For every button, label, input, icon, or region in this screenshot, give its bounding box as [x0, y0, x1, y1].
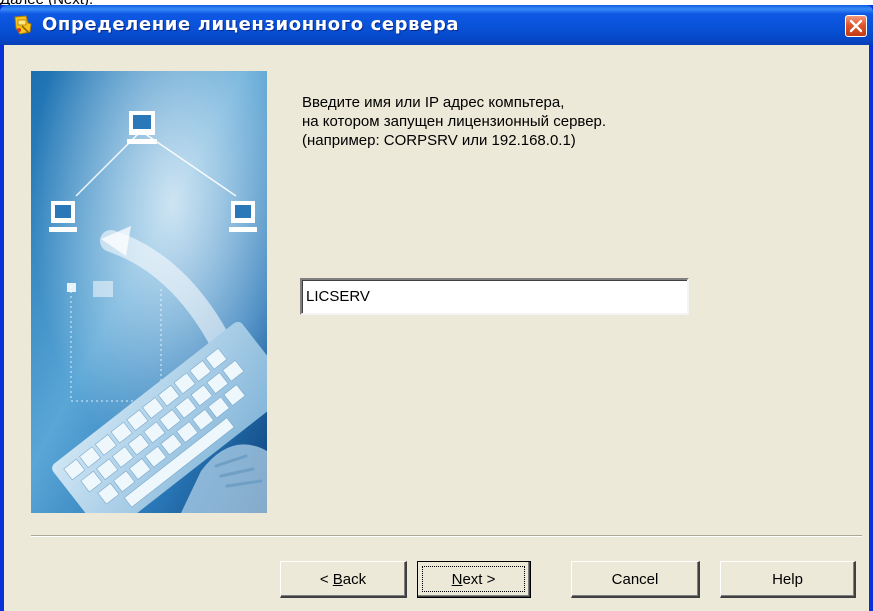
server-name-input[interactable] [300, 278, 689, 315]
next-button[interactable]: Next > [417, 561, 531, 598]
dialog-client-area: Введите имя или IP адрес компьтера, на к… [4, 45, 869, 611]
help-button[interactable]: Help [720, 561, 856, 598]
instruction-line: на котором запущен лицензионный сервер. [302, 113, 607, 130]
license-server-icon [14, 15, 32, 35]
network-keyboard-illustration [31, 71, 267, 513]
next-button-label: Next > [451, 570, 496, 588]
title-bar[interactable]: Определение лицензионного сервера [0, 5, 873, 45]
cancel-button[interactable]: Cancel [571, 561, 700, 598]
back-button-label: < Back [319, 570, 367, 588]
close-x-icon [849, 19, 863, 33]
license-server-dialog: Определение лицензионного сервера Введит… [0, 5, 873, 611]
window-title: Определение лицензионного сервера [42, 14, 460, 35]
instruction-line: Введите имя или IP адрес компьтера, [302, 94, 565, 111]
cancel-button-label: Cancel [611, 570, 659, 588]
back-button[interactable]: < Back [280, 561, 407, 598]
help-button-label: Help [772, 570, 803, 588]
instruction-line: (например: CORPSRV или 192.168.0.1) [302, 132, 576, 149]
button-separator [31, 535, 862, 537]
close-button[interactable] [845, 15, 867, 37]
instruction-text: Введите имя или IP адрес компьтера, на к… [302, 93, 606, 150]
